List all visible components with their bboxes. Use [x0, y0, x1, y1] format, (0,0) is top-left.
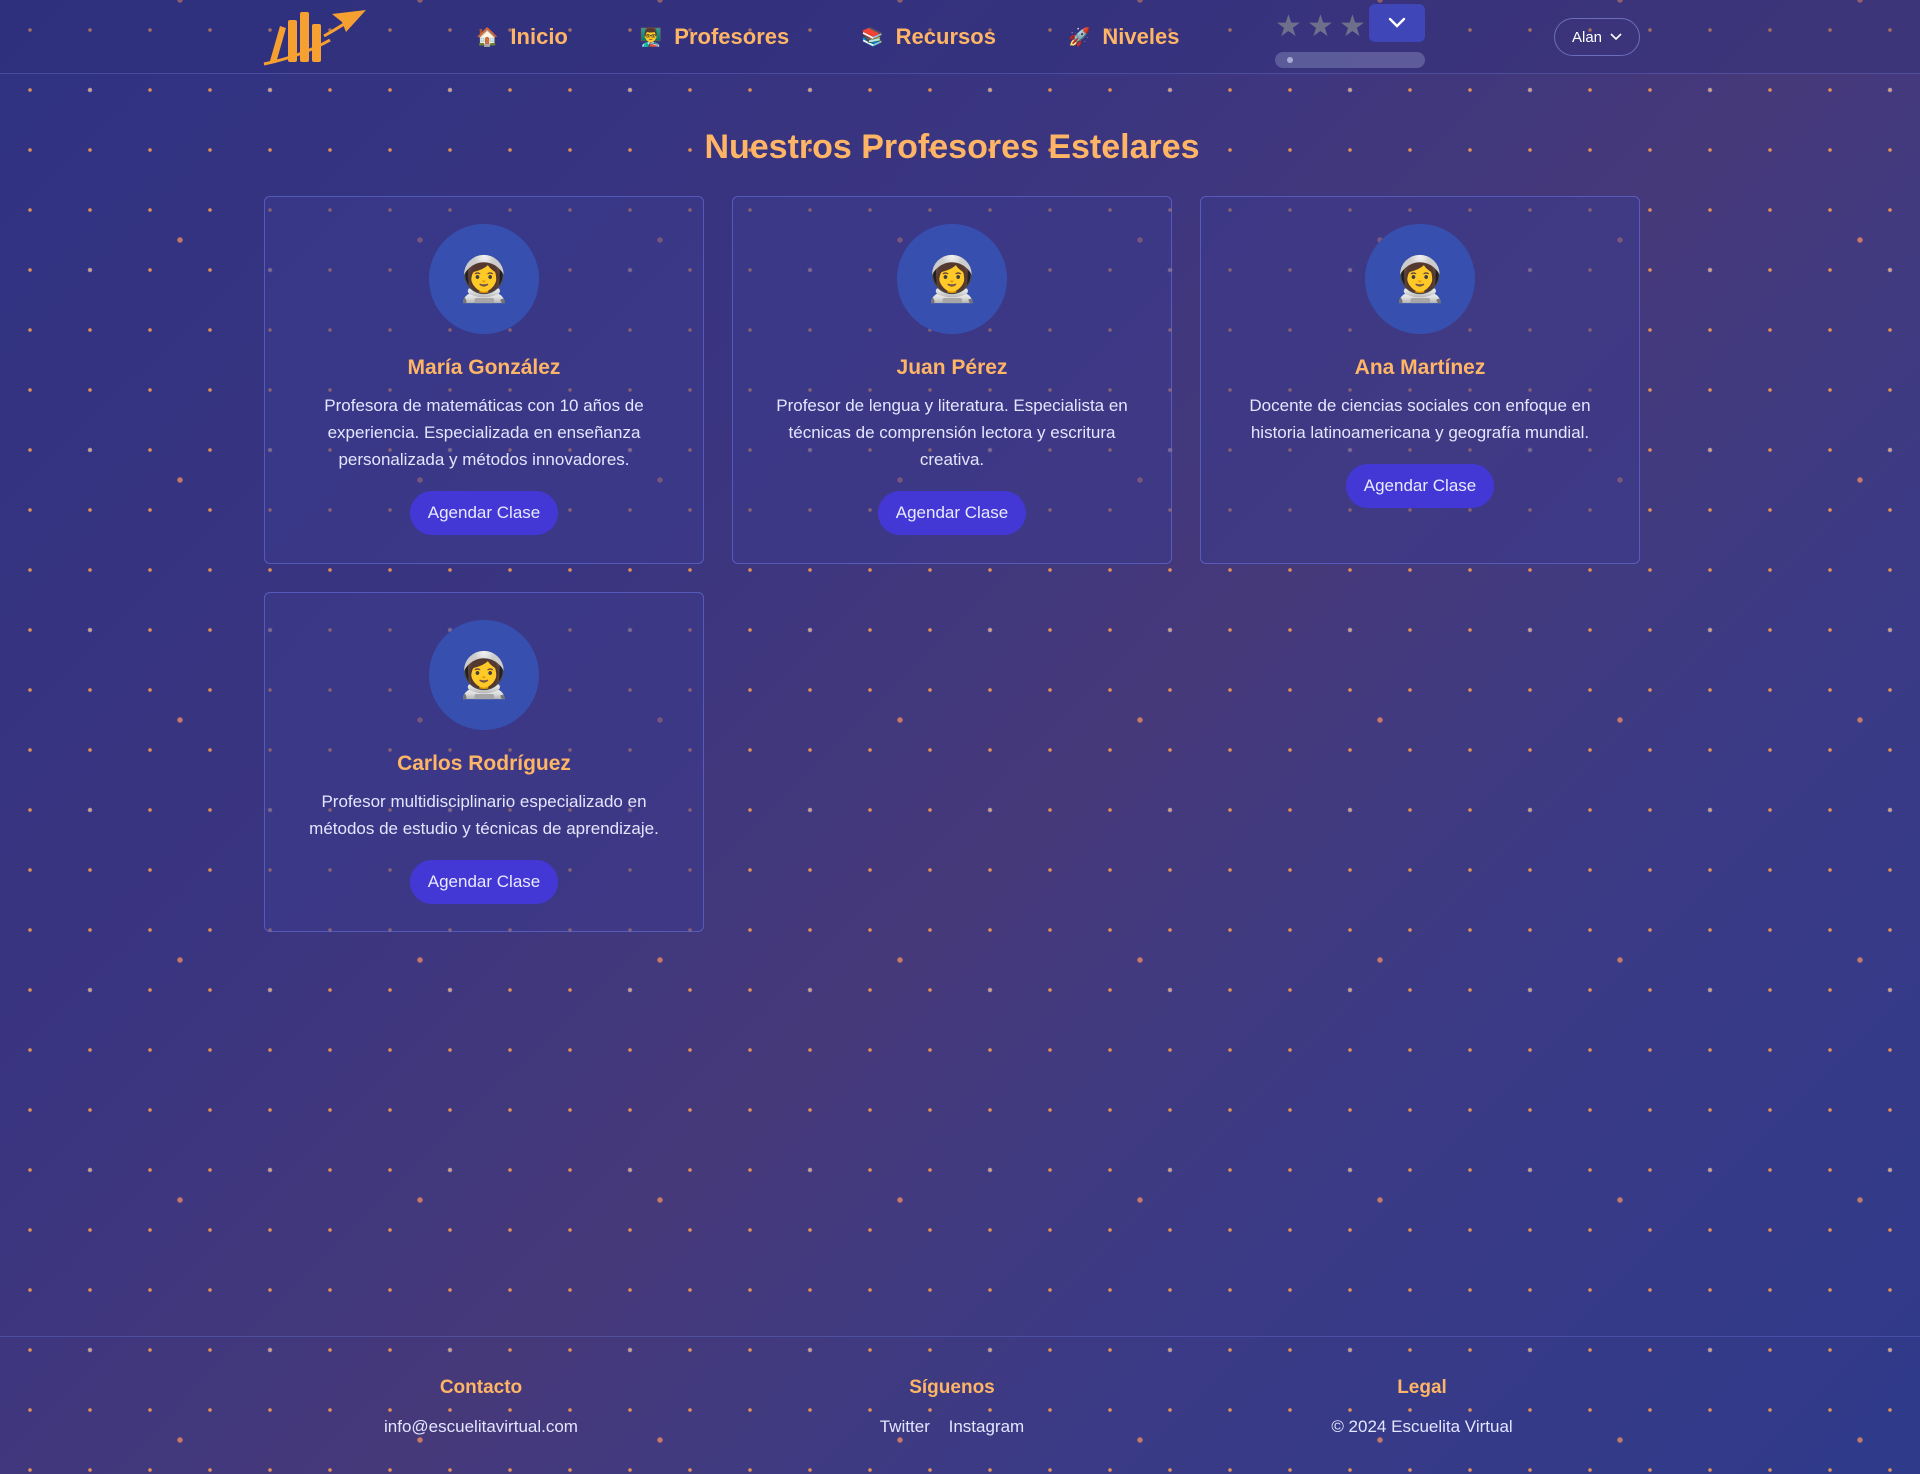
footer-heading: Contacto	[439, 1377, 523, 1398]
teacher-card: 👩‍🚀 Carlos Rodríguez Profesor multidisci…	[264, 592, 704, 932]
twitter-link[interactable]: Twitter	[880, 1417, 930, 1436]
teacher-name: Juan Pérez	[896, 356, 1008, 379]
footer-heading: Síguenos	[909, 1377, 995, 1398]
avatar: 👩‍🚀	[1365, 224, 1475, 334]
schedule-class-button[interactable]: Agendar Clase	[877, 491, 1027, 535]
star-icon: ★	[1275, 10, 1302, 43]
teacher-description: Profesora de matemáticas con 10 años de …	[324, 396, 644, 469]
schedule-class-button[interactable]: Agendar Clase	[409, 491, 559, 535]
teacher-name: Ana Martínez	[1354, 356, 1486, 379]
nav-item-niveles[interactable]: 🚀 Niveles	[1068, 24, 1179, 50]
avatar: 👩‍🚀	[897, 224, 1007, 334]
books-icon: 📚	[861, 26, 884, 47]
teacher-name: Carlos Rodríguez	[397, 752, 571, 775]
copyright-text: © 2024 Escuelita Virtual	[1331, 1417, 1513, 1436]
nav-item-inicio[interactable]: 🏠 Inicio	[476, 24, 568, 50]
teacher-card: 👩‍🚀 Juan Pérez Profesor de lengua y lite…	[732, 196, 1172, 564]
footer-legal: Legal © 2024 Escuelita Virtual	[1272, 1377, 1572, 1437]
astronaut-icon: 👩‍🚀	[1392, 255, 1448, 304]
nav-item-profesores[interactable]: 👨‍🏫 Profesores	[640, 24, 789, 50]
user-menu-button[interactable]: Alan	[1554, 18, 1640, 56]
astronaut-icon: 👩‍🚀	[456, 651, 512, 700]
footer-contact: Contacto info@escuelitavirtual.com	[331, 1377, 631, 1437]
teacher-card: 👩‍🚀 María González Profesora de matemáti…	[264, 196, 704, 564]
nav-label: Profesores	[674, 24, 790, 49]
schedule-class-button[interactable]: Agendar Clase	[409, 860, 559, 904]
user-name: Alan	[1571, 28, 1603, 46]
chevron-down-icon	[1388, 17, 1406, 28]
chevron-down-icon	[1610, 33, 1622, 41]
rocket-icon: 🚀	[1067, 26, 1091, 47]
expand-button[interactable]	[1369, 4, 1425, 42]
contact-email-link[interactable]: info@escuelitavirtual.com	[331, 1417, 631, 1437]
main-nav: 🏠 Inicio 👨‍🏫 Profesores 📚 Recursos 🚀 Niv…	[476, 24, 1251, 50]
site-footer: Contacto info@escuelitavirtual.com Sígue…	[0, 1336, 1920, 1474]
teacher-description: Docente de ciencias sociales con enfoque…	[1249, 396, 1591, 442]
nav-item-recursos[interactable]: 📚 Recursos	[861, 24, 996, 50]
home-icon: 🏠	[476, 26, 499, 47]
star-icon: ★	[1307, 10, 1334, 43]
astronaut-icon: 👩‍🚀	[456, 255, 512, 304]
rating-widget: ★ ★ ★	[1275, 4, 1425, 70]
teacher-card: 👩‍🚀 Ana Martínez Docente de ciencias soc…	[1200, 196, 1640, 564]
teacher-icon: 👨‍🏫	[639, 26, 663, 47]
star-icon: ★	[1339, 10, 1366, 43]
instagram-link[interactable]: Instagram	[949, 1417, 1025, 1436]
schedule-class-button[interactable]: Agendar Clase	[1345, 464, 1495, 508]
page-title: Nuestros Profesores Estelares	[704, 128, 1200, 166]
astronaut-icon: 👩‍🚀	[924, 255, 980, 304]
top-navbar: 🏠 Inicio 👨‍🏫 Profesores 📚 Recursos 🚀 Niv…	[0, 0, 1920, 74]
avatar: 👩‍🚀	[429, 224, 539, 334]
nav-label: Inicio	[510, 24, 568, 49]
teacher-description: Profesor de lengua y literatura. Especia…	[776, 396, 1128, 469]
footer-heading: Legal	[1397, 1377, 1447, 1398]
teacher-name: María González	[407, 356, 561, 379]
site-logo[interactable]	[262, 6, 368, 66]
footer-social: Síguenos Twitter Instagram	[802, 1377, 1102, 1437]
avatar: 👩‍🚀	[429, 620, 539, 730]
teacher-description: Profesor multidisciplinario especializad…	[309, 792, 659, 838]
progress-bar	[1275, 52, 1425, 68]
progress-indicator	[1287, 57, 1293, 63]
nav-label: Niveles	[1102, 24, 1180, 49]
nav-label: Recursos	[895, 24, 996, 49]
